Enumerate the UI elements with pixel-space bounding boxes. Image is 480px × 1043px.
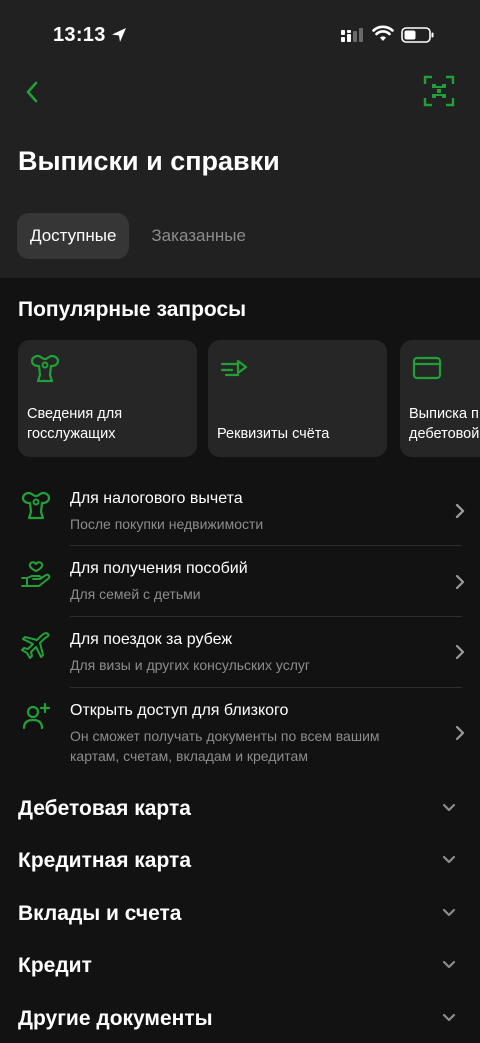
eagle-icon <box>21 491 51 520</box>
card-debit-statement[interactable]: Выписка п дебетовой <box>400 340 480 457</box>
chevron-right-icon <box>455 503 465 519</box>
chevron-right-icon <box>455 725 465 741</box>
tab-bar: Доступные Заказанные <box>17 213 259 259</box>
plane-icon <box>21 632 50 659</box>
list-item-travel[interactable]: Для поездок за рубеж Для визы и других к… <box>0 617 480 688</box>
card-icon <box>412 356 442 380</box>
location-arrow-icon <box>112 28 126 42</box>
page-title: Выписки и справки <box>18 146 280 176</box>
wifi-icon <box>372 25 394 41</box>
list-item-title: Для получения пособий <box>70 560 248 577</box>
back-button[interactable] <box>16 76 48 108</box>
list-item-benefits[interactable]: Для получения пособий Для семей с детьми <box>0 546 480 617</box>
list-item-subtitle: Для семей с детьми <box>70 586 201 602</box>
card-label: Реквизиты счёта <box>217 426 330 442</box>
request-list: Для налогового вычета После покупки недв… <box>0 476 480 780</box>
status-bar: 13:13 <box>0 0 480 70</box>
popular-section-title: Популярные запросы <box>18 298 247 321</box>
accordion-credit[interactable]: Кредит <box>0 942 480 994</box>
list-item-access-relative[interactable]: Открыть доступ для близкого Он сможет по… <box>0 688 480 780</box>
list-item-title: Для налогового вычета <box>70 490 243 507</box>
add-user-icon <box>22 702 51 730</box>
card-label: Выписка п дебетовой <box>409 406 480 442</box>
list-item-subtitle: Для визы и других консульских услуг <box>70 657 310 673</box>
accordion-label: Другие документы <box>18 1007 213 1030</box>
list-item-title: Открыть доступ для близкого <box>70 702 289 719</box>
accordion-deposits[interactable]: Вклады и счета <box>0 890 480 942</box>
list-item-subtitle: После покупки недвижимости <box>70 516 264 532</box>
hand-heart-icon <box>21 561 51 587</box>
accordion-debit-card[interactable]: Дебетовая карта <box>0 785 480 837</box>
list-item-subtitle: Он сможет получать документы по всем ваш… <box>70 728 380 764</box>
eagle-icon <box>30 354 60 383</box>
chevron-right-icon <box>455 644 465 660</box>
card-civil-servants[interactable]: Сведения для госслужащих <box>18 340 197 457</box>
accordion-label: Кредит <box>18 954 92 977</box>
popular-cards: Сведения для госслужащих Реквизиты счёта… <box>18 340 480 457</box>
chevron-down-icon <box>442 803 456 812</box>
tab-ordered[interactable]: Заказанные <box>138 213 259 259</box>
accordion-credit-card[interactable]: Кредитная карта <box>0 837 480 889</box>
chevron-down-icon <box>442 1013 456 1022</box>
list-item-title: Для поездок за рубеж <box>70 631 233 648</box>
accordion-label: Вклады и счета <box>18 902 182 925</box>
qr-scan-button[interactable] <box>420 72 458 110</box>
list-item-tax-deduction[interactable]: Для налогового вычета После покупки недв… <box>0 476 480 546</box>
tab-available[interactable]: Доступные <box>17 213 130 259</box>
chevron-down-icon <box>442 908 456 917</box>
battery-icon <box>401 27 434 43</box>
cellular-signal-icon <box>341 28 363 42</box>
chevron-down-icon <box>442 855 456 864</box>
status-time: 13:13 <box>53 24 106 46</box>
card-label: Сведения для госслужащих <box>27 406 123 442</box>
accordion-label: Дебетовая карта <box>18 797 191 820</box>
qr-scan-icon <box>423 75 455 107</box>
arrow-right-icon <box>220 359 248 377</box>
chevron-down-icon <box>442 960 456 969</box>
chevron-right-icon <box>455 574 465 590</box>
accordion-label: Кредитная карта <box>18 849 192 872</box>
chevron-left-icon <box>26 81 38 103</box>
accordion-other-documents[interactable]: Другие документы <box>0 995 480 1043</box>
card-account-details[interactable]: Реквизиты счёта <box>208 340 387 457</box>
